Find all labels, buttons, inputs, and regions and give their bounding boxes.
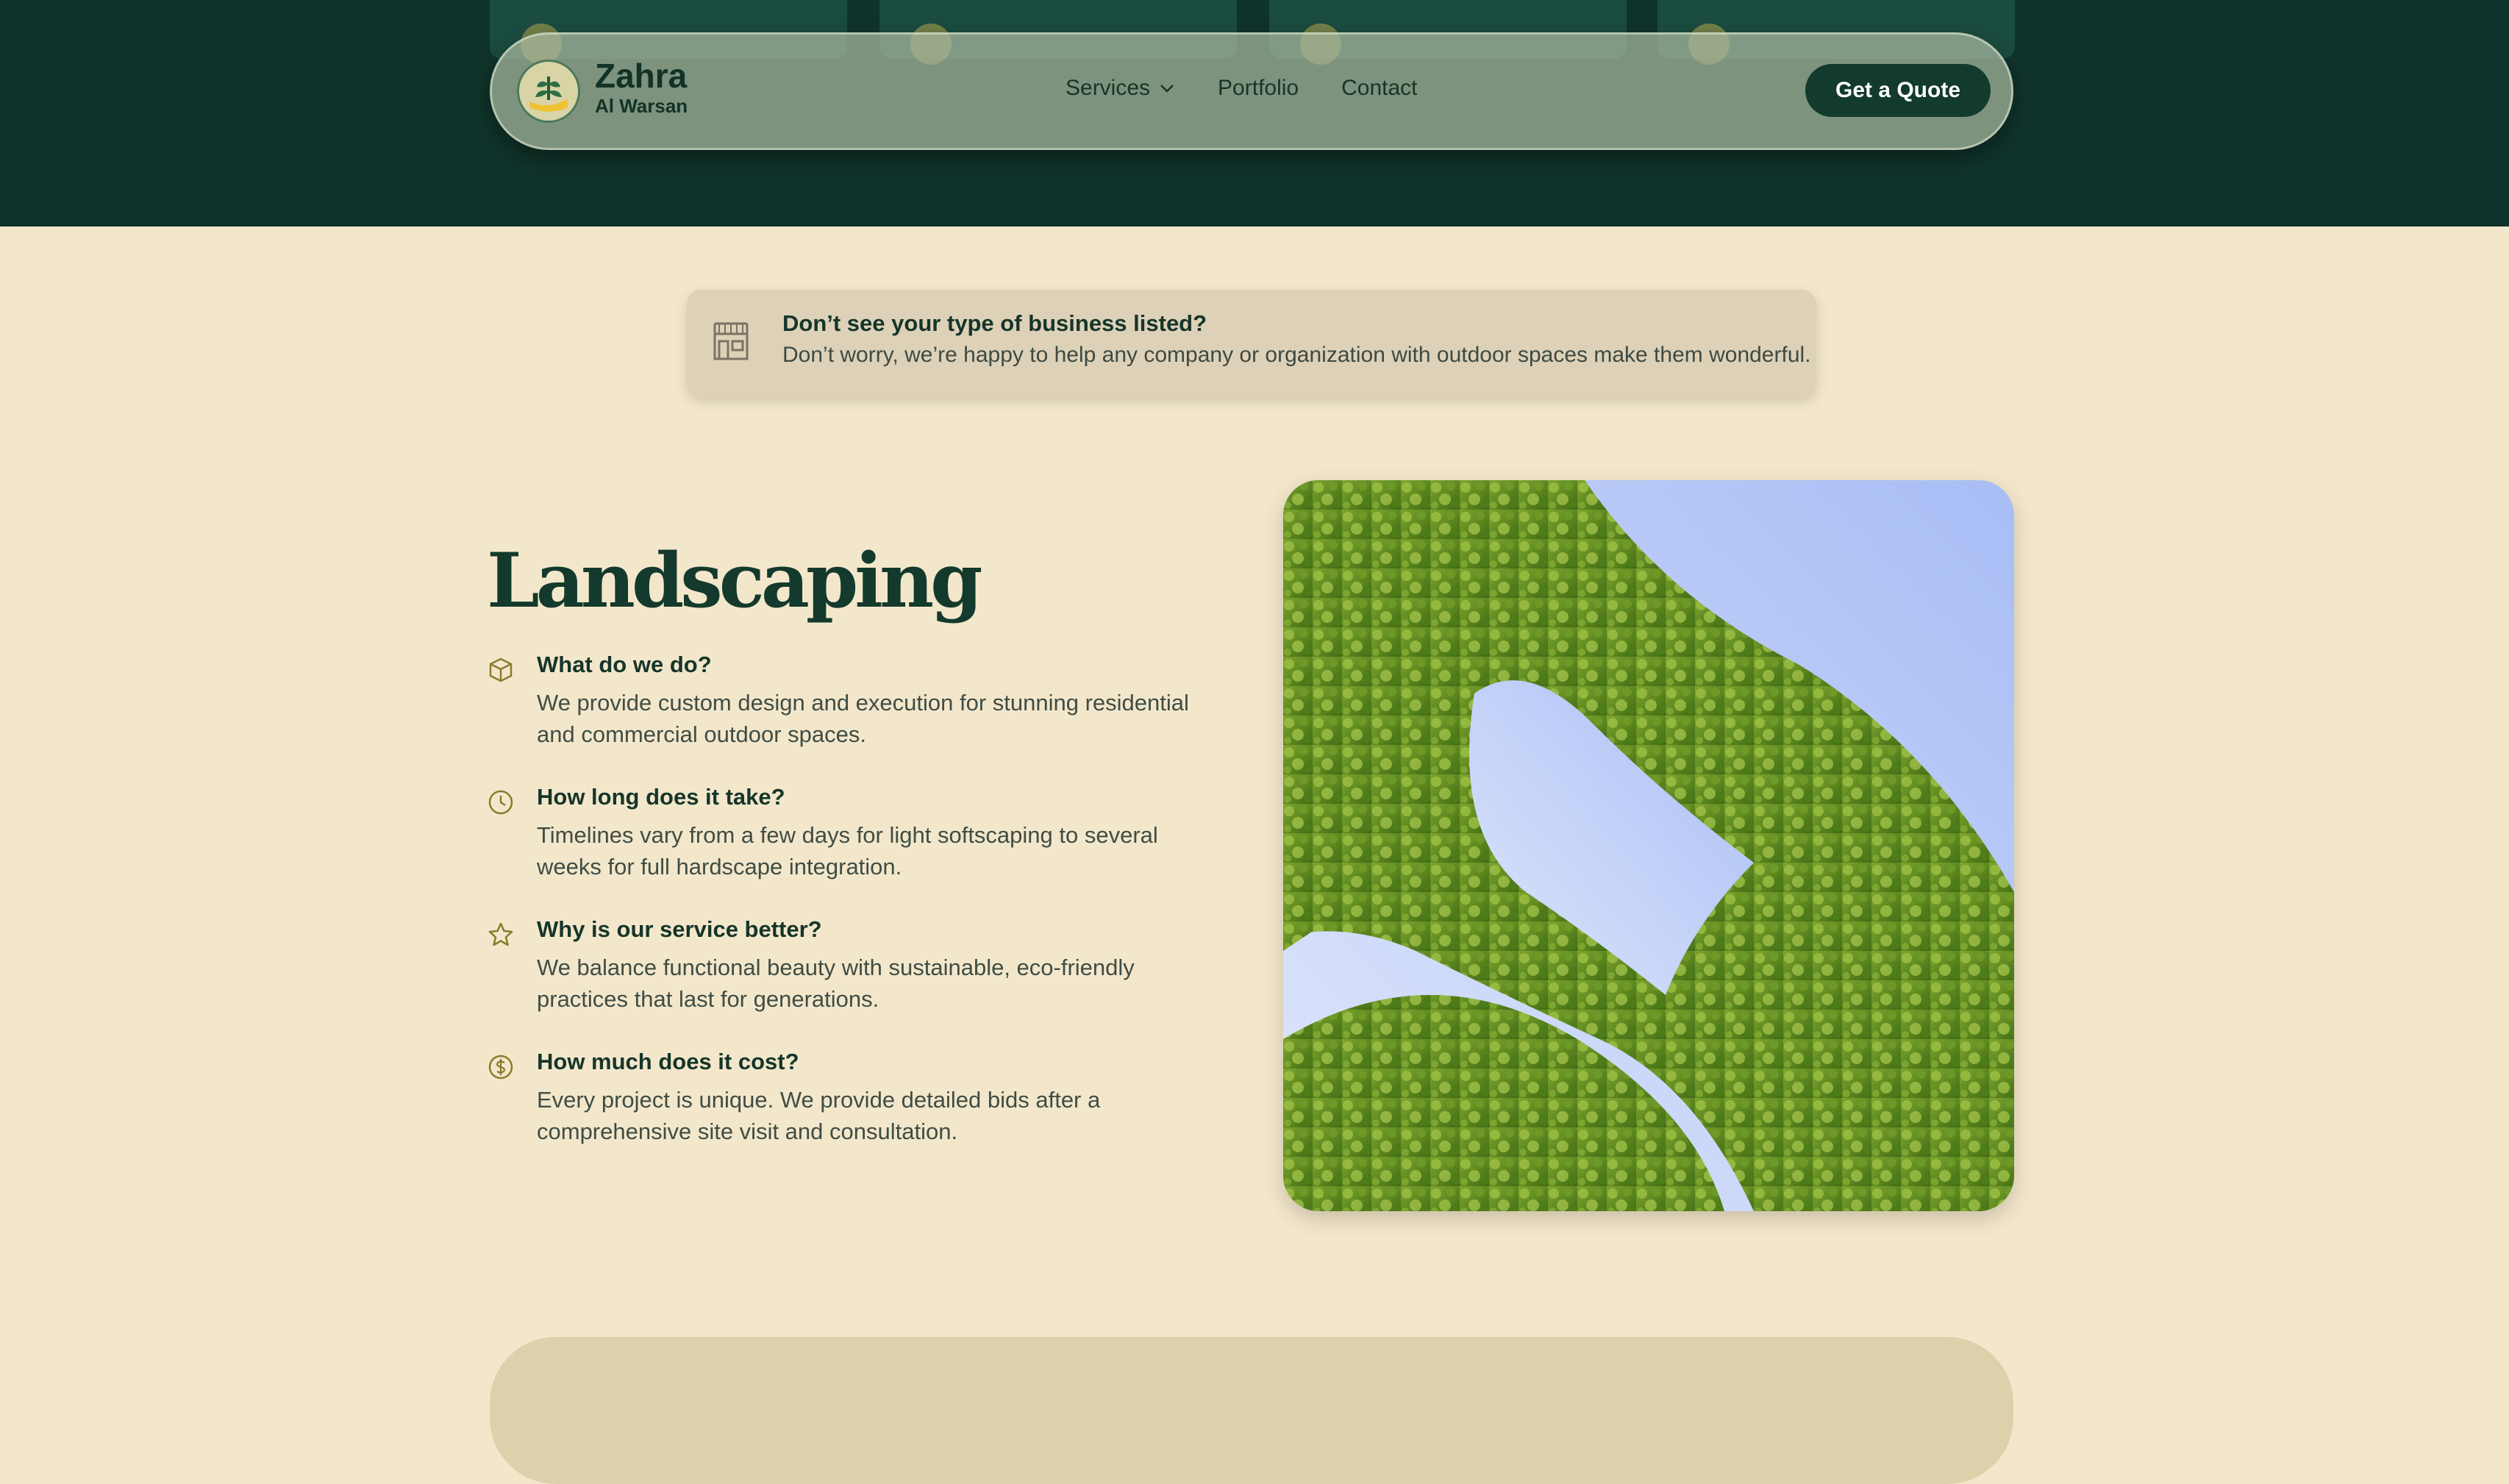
faq-answer: Every project is unique. We provide deta… (537, 1087, 1101, 1144)
nav-services[interactable]: Services (1066, 76, 1175, 101)
nav-services-label: Services (1066, 76, 1151, 100)
faq-question: How long does it take? (537, 784, 785, 810)
brand-name: Zahra (595, 57, 688, 95)
chevron-down-icon (1160, 85, 1174, 93)
section-title: Landscaping (487, 537, 982, 625)
nav-portfolio[interactable]: Portfolio (1218, 76, 1299, 101)
faq-question: How much does it cost? (537, 1049, 799, 1074)
get-quote-button[interactable]: Get a Quote (1805, 64, 1991, 117)
logo-icon[interactable] (517, 60, 580, 123)
business-notice-banner: Don’t see your type of business listed? … (687, 290, 1816, 397)
dollar-icon (488, 1055, 513, 1080)
star-icon (488, 922, 513, 946)
faq-question: What do we do? (537, 652, 712, 677)
landscaping-photo (1283, 480, 2014, 1211)
faq-answer: We balance functional beauty with sustai… (537, 955, 1135, 1012)
cube-icon (489, 657, 513, 682)
notice-title: Don’t see your type of business listed? (782, 310, 1207, 336)
brand-subtitle: Al Warsan (595, 95, 688, 117)
clock-icon (488, 790, 513, 815)
bottom-panel (490, 1337, 2013, 1484)
brand-logo-text[interactable]: Zahra Al Warsan (595, 57, 688, 117)
faq-question: Why is our service better? (537, 916, 822, 942)
notice-text: Don’t worry, we’re happy to help any com… (782, 343, 1811, 367)
faq-answer: We provide custom design and execution f… (537, 690, 1189, 747)
nav-contact[interactable]: Contact (1341, 76, 1417, 101)
nav-links: Services Portfolio Contact (1066, 76, 1418, 101)
storefront-icon (713, 322, 749, 360)
faq-answer: Timelines vary from a few days for light… (537, 822, 1158, 880)
top-navbar: Zahra Al Warsan Services Portfolio Conta… (490, 32, 2013, 150)
